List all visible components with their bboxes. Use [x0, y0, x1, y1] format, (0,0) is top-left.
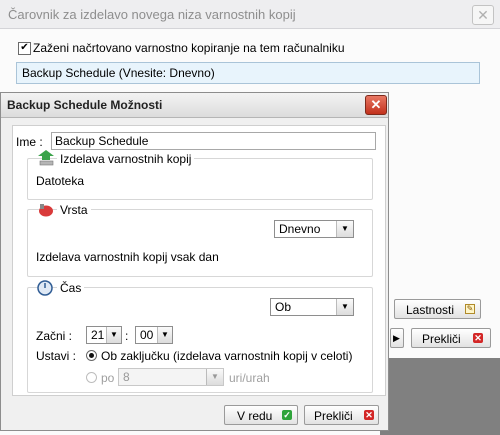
schedule-list-item[interactable]: Backup Schedule (Vnesite: Dnevno)	[22, 66, 215, 80]
time-mode-value: Ob	[275, 300, 292, 314]
properties-button[interactable]: Lastnosti ✎	[394, 299, 481, 319]
wizard-cancel-label: Prekliči	[422, 332, 461, 346]
stop-label: Ustavi :	[36, 349, 77, 363]
properties-button-label: Lastnosti	[406, 303, 455, 317]
type-description: Izdelava varnostnih kopij vsak dan	[36, 250, 219, 264]
chevron-down-icon: ▼	[336, 299, 353, 315]
dialog-cancel-label: Prekliči	[314, 409, 353, 423]
schedule-checkbox[interactable]: ✔	[18, 42, 31, 55]
backup-type-value: Datoteka	[36, 174, 85, 188]
time-mode-select[interactable]: Ob ▼	[270, 298, 354, 316]
clock-icon	[37, 280, 53, 296]
stop-after-hours-radio[interactable]	[86, 372, 97, 383]
hours-unit: uri/urah	[229, 371, 270, 385]
stop-on-completion-label: Ob zaključku (izdelava varnostnih kopij …	[101, 349, 353, 363]
edit-icon: ✎	[465, 304, 475, 314]
backup-group-label: Izdelava varnostnih kopij	[57, 152, 195, 166]
cancel-icon: ✕	[473, 333, 483, 343]
wizard-titlebar: Čarovnik za izdelavo novega niza varnost…	[0, 0, 500, 29]
type-select[interactable]: Dnevno ▼	[274, 220, 354, 238]
chevron-down-icon: ▼	[106, 327, 121, 343]
schedule-checkbox-label: Zaženi načrtovano varnostno kopiranje na…	[33, 41, 345, 55]
time-group-label: Čas	[57, 281, 85, 295]
cancel-icon: ✕	[364, 410, 374, 420]
chevron-down-icon: ▼	[336, 221, 353, 237]
name-label: Ime :	[16, 135, 43, 149]
checkmark-icon: ✓	[282, 410, 292, 420]
time-separator: :	[125, 329, 129, 343]
chevron-down-icon: ▼	[206, 369, 223, 385]
hours-select[interactable]: 8 ▼	[118, 368, 224, 386]
wizard-cancel-button[interactable]: Prekliči ✕	[411, 328, 491, 348]
type-icon	[37, 202, 54, 218]
stop-after-label: po	[101, 371, 115, 385]
start-label: Začni :	[36, 329, 73, 343]
minute-select[interactable]: 00 ▼	[135, 326, 173, 344]
type-select-value: Dnevno	[279, 222, 321, 236]
wizard-close-button[interactable]: ✕	[472, 5, 494, 25]
dialog-title: Backup Schedule Možnosti	[7, 98, 163, 112]
name-input-value: Backup Schedule	[55, 134, 149, 148]
type-group-label: Vrsta	[57, 203, 91, 217]
hour-select[interactable]: 21 ▼	[86, 326, 122, 344]
dialog-titlebar: Backup Schedule Možnosti ✕	[1, 93, 388, 118]
minute-value: 00	[140, 328, 154, 342]
next-button-partial[interactable]: ▶	[390, 328, 404, 348]
name-input[interactable]: Backup Schedule	[51, 132, 376, 150]
schedule-list[interactable]: Backup Schedule (Vnesite: Dnevno)	[16, 62, 480, 84]
dialog-close-button[interactable]: ✕	[365, 95, 387, 115]
ok-button-label: V redu	[237, 409, 273, 423]
backdrop-area	[380, 358, 500, 435]
hour-value: 21	[91, 328, 105, 342]
dialog-cancel-button[interactable]: Prekliči ✕	[304, 405, 379, 425]
backup-icon	[38, 150, 55, 166]
next-arrow-icon: ▶	[393, 333, 400, 343]
stop-on-completion-radio[interactable]	[86, 350, 97, 361]
wizard-title: Čarovnik za izdelavo novega niza varnost…	[8, 7, 296, 22]
hours-value: 8	[123, 370, 130, 384]
chevron-down-icon: ▼	[157, 327, 172, 343]
ok-button[interactable]: V redu ✓	[224, 405, 298, 425]
